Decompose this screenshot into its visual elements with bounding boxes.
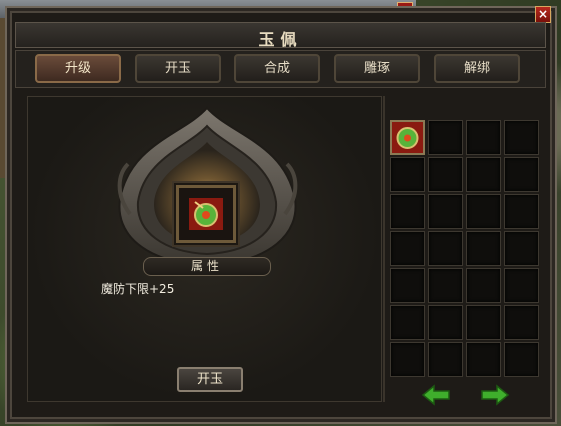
inventory-slot[interactable] (504, 231, 539, 266)
window-title: 玉佩 (258, 30, 303, 49)
inventory-slot[interactable] (428, 268, 463, 303)
inventory-slot[interactable] (504, 268, 539, 303)
jade-item-slot[interactable] (176, 185, 236, 243)
inventory-slot[interactable] (428, 120, 463, 155)
inventory-slot[interactable] (466, 268, 501, 303)
inventory-slot[interactable] (466, 231, 501, 266)
jade-pendant-icon (189, 198, 223, 230)
inventory-slot[interactable] (504, 342, 539, 377)
inventory-slot[interactable] (428, 157, 463, 192)
previous-page-arrow-icon[interactable] (421, 384, 451, 406)
inventory-slot[interactable] (390, 342, 425, 377)
inventory-grid (390, 120, 541, 380)
inventory-slot[interactable] (390, 194, 425, 229)
inventory-slot[interactable] (390, 268, 425, 303)
inventory-slot[interactable] (466, 157, 501, 192)
inventory-slot[interactable] (428, 305, 463, 340)
inventory-slot[interactable] (466, 120, 501, 155)
inventory-slot[interactable] (390, 305, 425, 340)
inventory-slot[interactable] (504, 305, 539, 340)
tab-carve[interactable]: 雕琢 (334, 54, 420, 83)
title-bar: 玉佩 (15, 22, 546, 49)
tab-open-jade[interactable]: 开玉 (135, 54, 221, 83)
inventory-slot[interactable] (390, 157, 425, 192)
inventory-slot[interactable] (428, 231, 463, 266)
tab-unbind[interactable]: 解绑 (434, 54, 520, 83)
inventory-slot[interactable] (428, 342, 463, 377)
inventory-slot[interactable] (466, 342, 501, 377)
panel-divider (383, 96, 385, 402)
inventory-slot[interactable] (504, 120, 539, 155)
close-button[interactable]: × (535, 6, 551, 23)
inventory-slot[interactable] (390, 120, 425, 155)
inventory-slot[interactable] (504, 194, 539, 229)
inventory-slot[interactable] (466, 194, 501, 229)
inventory-slot[interactable] (466, 305, 501, 340)
jade-pendant-icon (392, 122, 423, 153)
inventory-slot[interactable] (504, 157, 539, 192)
attribute-line: 魔防下限+25 (101, 282, 175, 296)
inventory-slot[interactable] (390, 231, 425, 266)
tab-upgrade[interactable]: 升级 (35, 54, 121, 83)
next-page-arrow-icon[interactable] (480, 384, 510, 406)
tab-combine[interactable]: 合成 (234, 54, 320, 83)
open-jade-button[interactable]: 开玉 (177, 367, 243, 392)
inventory-slot[interactable] (428, 194, 463, 229)
attributes-header: 属性 (143, 257, 271, 276)
